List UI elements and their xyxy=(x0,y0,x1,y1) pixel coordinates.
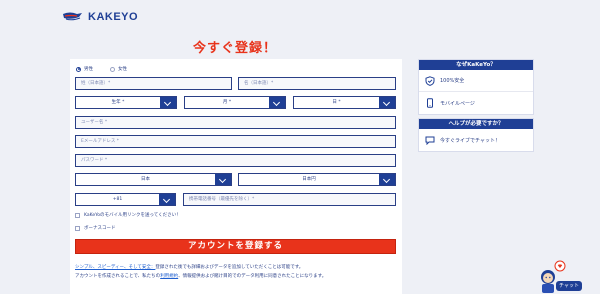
live-chat-widget[interactable]: チャット xyxy=(530,259,582,294)
brand-logo[interactable]: KAKEYO xyxy=(62,10,138,24)
currency-select[interactable]: 日本円 xyxy=(238,173,396,186)
radio-selected-indicator xyxy=(76,66,81,72)
chevron-down-icon xyxy=(379,174,395,185)
sms-consent-checkbox[interactable]: KaKeYoのモバイル用リンクを送ってください！ xyxy=(75,212,181,218)
shield-icon xyxy=(425,75,435,86)
bonus-code-label: ボーナスコード xyxy=(84,226,116,231)
why-item-mobile: モバイルページ xyxy=(419,92,533,114)
sms-consent-label: KaKeYoのモバイル用リンクを送ってください！ xyxy=(84,213,181,218)
intro-link[interactable]: シンプル、スピーディー、そして安全： xyxy=(75,265,155,270)
why-item-secure: 100%安全 xyxy=(419,70,533,92)
birth-day-select[interactable]: 日 * xyxy=(293,96,396,109)
username-field[interactable]: ユーザー名 * xyxy=(75,116,396,129)
brand-name: KAKEYO xyxy=(88,11,139,23)
chevron-down-icon xyxy=(269,97,285,108)
birth-month-value: 月 * xyxy=(222,100,232,105)
chat-bubble-icon xyxy=(425,136,435,145)
birth-month-select[interactable]: 月 * xyxy=(184,96,286,109)
terms-line-2: アカウントを作成されることで、私たちの利用規約、情報提供および賭け目的でのデータ… xyxy=(75,273,400,279)
birth-year-value: 生年 * xyxy=(111,100,125,105)
mobile-phone-icon xyxy=(427,98,433,108)
checkbox-box xyxy=(75,225,80,231)
terms-text: 、情報提供および賭け目的でのデータ利用に同意されたことになります。 xyxy=(178,274,327,279)
phone-code-select[interactable]: +81 xyxy=(75,193,176,206)
chat-button[interactable]: チャット xyxy=(556,281,582,291)
phone-code-value: +81 xyxy=(112,197,123,202)
birth-day-value: 日 * xyxy=(332,100,341,105)
register-account-button[interactable]: アカウントを登録する xyxy=(75,239,396,254)
first-name-placeholder: 名（日本語）* xyxy=(244,81,274,86)
checkbox-box xyxy=(75,212,80,218)
password-field[interactable]: パスワード * xyxy=(75,154,396,167)
kakeyo-logo-icon xyxy=(63,12,82,21)
phone-placeholder: 携帯電話番号（最優先を除く）* xyxy=(189,197,255,202)
gender-male-label: 男性 xyxy=(84,67,93,72)
radio-unselected-indicator xyxy=(110,66,115,72)
email-field[interactable]: Eメールアドレス * xyxy=(75,135,396,148)
last-name-field[interactable]: 姓（日本語）* xyxy=(75,77,232,90)
why-item-label: モバイルページ xyxy=(440,100,475,107)
bonus-code-checkbox[interactable]: ボーナスコード xyxy=(75,225,116,231)
why-kakeyo-title: なぜKaKeYo？ xyxy=(419,60,533,70)
help-title: ヘルプが必要ですか？ xyxy=(419,119,533,129)
chevron-down-icon xyxy=(215,174,231,185)
birth-year-select[interactable]: 生年 * xyxy=(75,96,177,109)
terms-line-1: シンプル、スピーディー、そして安全：登録された後でも詳細およびデータを追加してい… xyxy=(75,264,400,270)
help-panel: ヘルプが必要ですか？ 今すぐライブでチャット！ xyxy=(418,118,534,152)
help-item-live-chat[interactable]: 今すぐライブでチャット！ xyxy=(419,129,533,151)
username-placeholder: ユーザー名 * xyxy=(81,120,108,125)
terms-of-use-link[interactable]: 利用規約 xyxy=(160,274,178,279)
gender-male-radio[interactable]: 男性 xyxy=(76,66,93,72)
email-placeholder: Eメールアドレス * xyxy=(81,139,120,144)
terms-text: 登録された後でも詳細およびデータを追加していただくことは可能です。 xyxy=(155,265,304,270)
why-item-label: 100%安全 xyxy=(440,78,465,84)
phone-number-field[interactable]: 携帯電話番号（最優先を除く）* xyxy=(183,193,396,206)
country-value: 日本 xyxy=(141,177,150,182)
chevron-down-icon xyxy=(159,194,175,205)
chevron-down-icon xyxy=(379,97,395,108)
page-title: 今すぐ登録！ xyxy=(192,41,277,56)
last-name-placeholder: 姓（日本語）* xyxy=(81,81,111,86)
password-placeholder: パスワード * xyxy=(81,158,108,163)
why-kakeyo-panel: なぜKaKeYo？ 100%安全 モバイルページ xyxy=(418,59,534,115)
currency-value: 日本円 xyxy=(302,177,316,182)
gender-female-label: 女性 xyxy=(118,67,127,72)
help-item-label: 今すぐライブでチャット！ xyxy=(440,137,500,144)
country-select[interactable]: 日本 xyxy=(75,173,232,186)
terms-text: アカウントを作成されることで、私たちの xyxy=(75,274,161,279)
chevron-down-icon xyxy=(160,97,176,108)
gender-female-radio[interactable]: 女性 xyxy=(110,66,127,72)
first-name-field[interactable]: 名（日本語）* xyxy=(238,77,396,90)
